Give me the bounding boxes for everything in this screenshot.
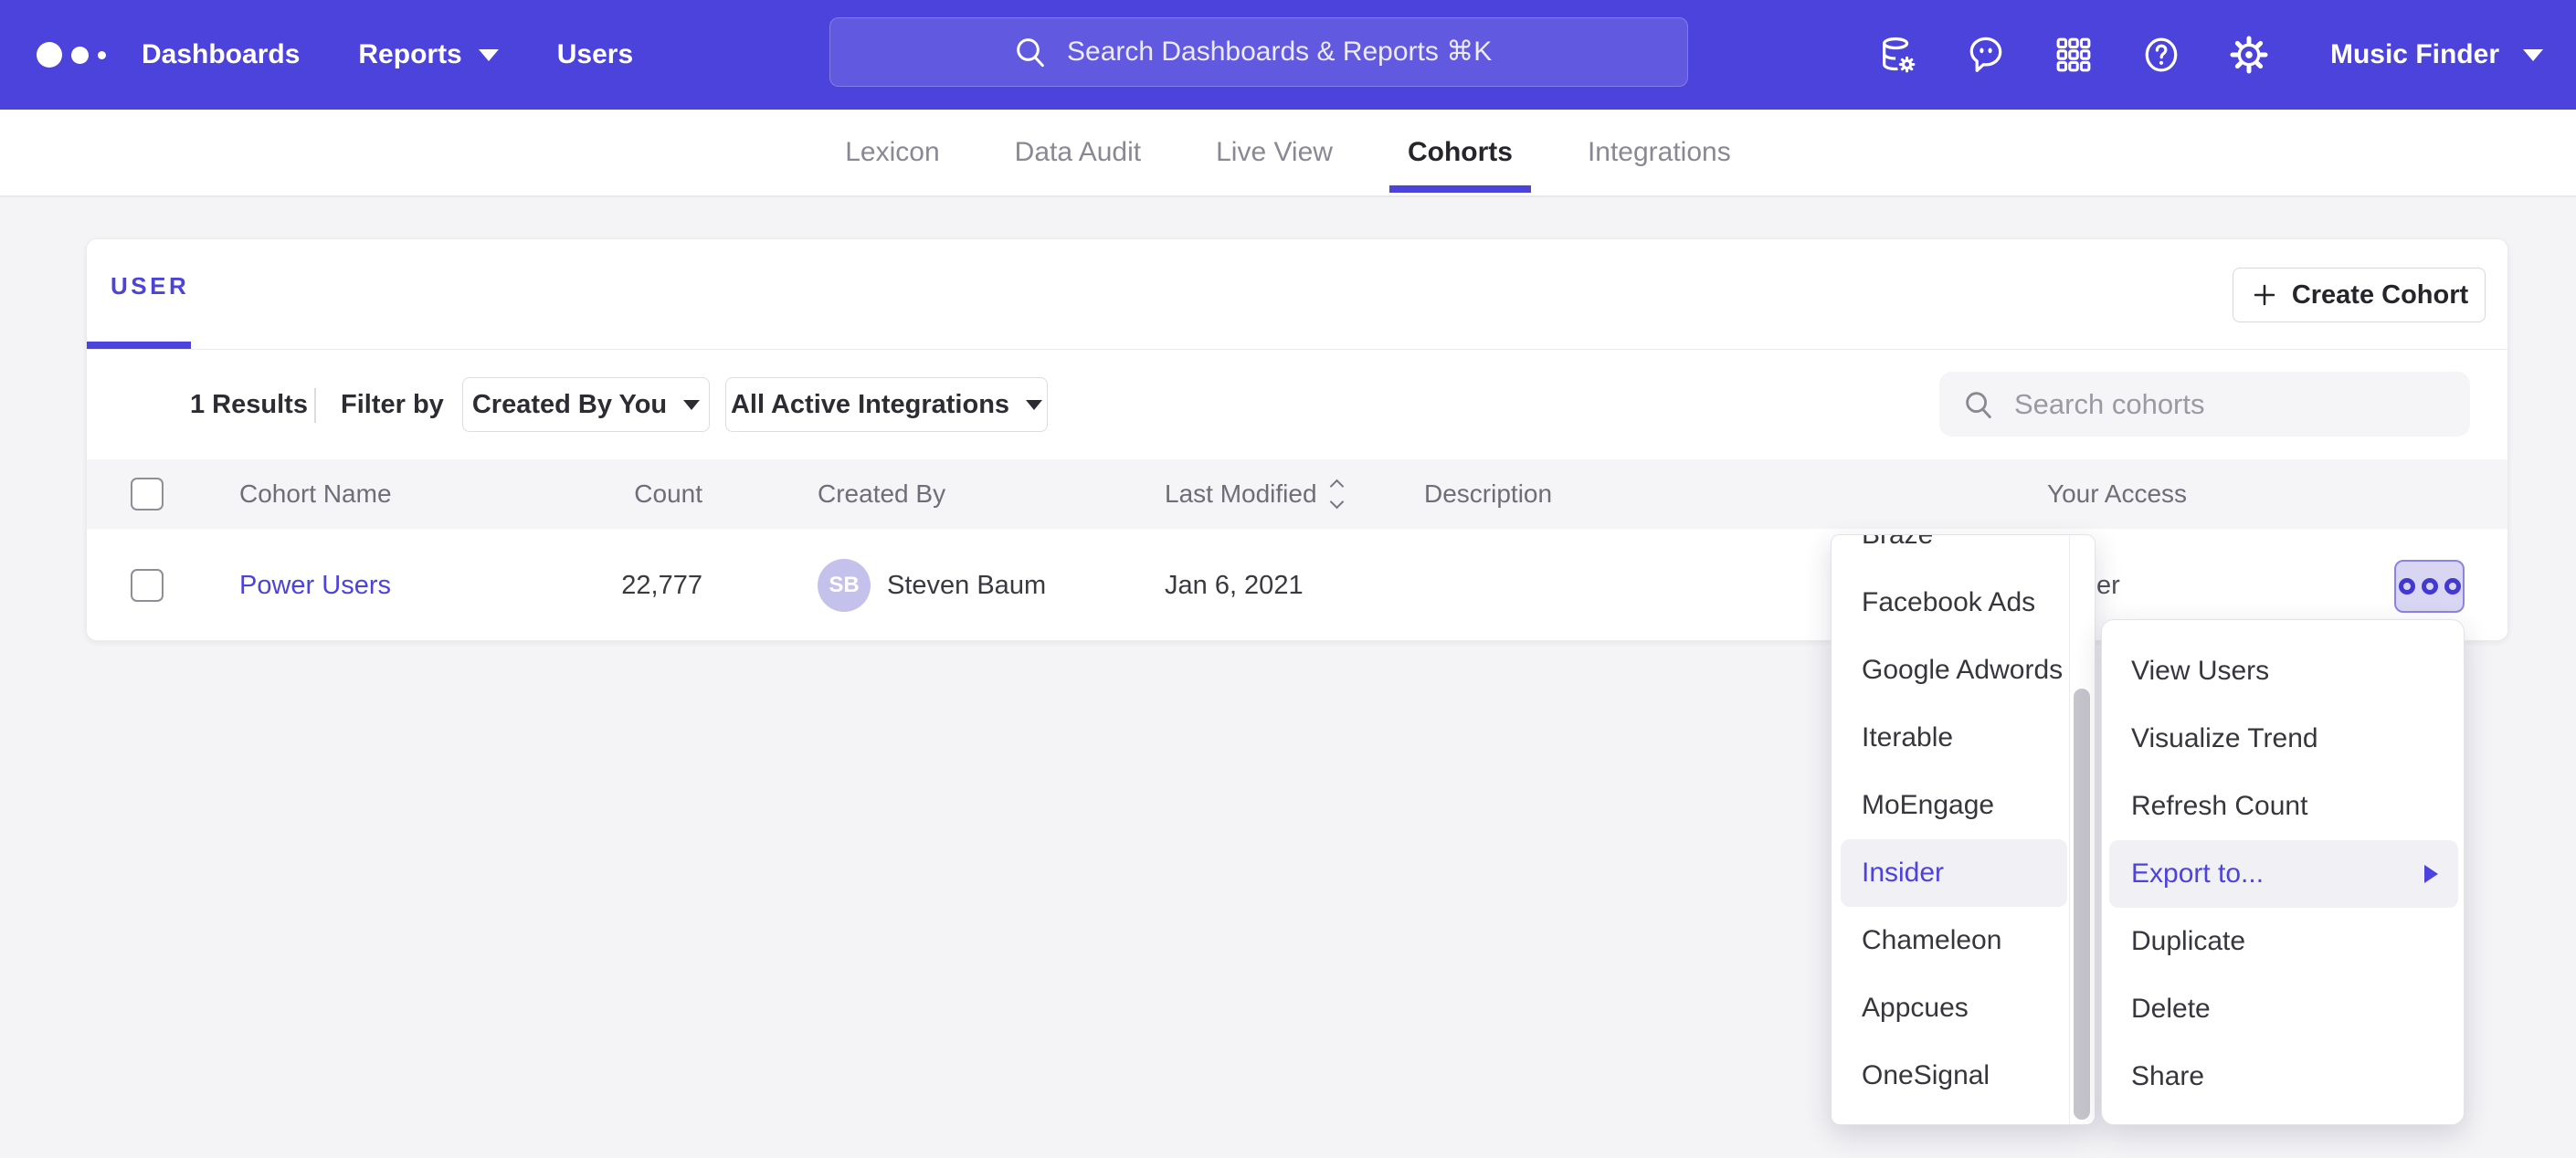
menu-item-braze[interactable]: Braze	[1841, 534, 2067, 569]
integrations-dropdown-value: All Active Integrations	[731, 390, 1009, 420]
menu-item-onesignal[interactable]: OneSignal	[1841, 1042, 2067, 1110]
menu-scrollbar-thumb[interactable]	[2074, 689, 2090, 1120]
nav-item-users[interactable]: Users	[557, 39, 633, 70]
menu-scrollbar-track	[2069, 535, 2095, 1124]
global-search-input[interactable]	[1067, 37, 1505, 68]
created-by-dropdown[interactable]: Created By You	[462, 377, 710, 432]
created-by-cell: SB Steven Baum	[818, 529, 1046, 641]
settings-gear-icon[interactable]	[2228, 34, 2270, 76]
menu-item-appcues[interactable]: Appcues	[1841, 974, 2067, 1042]
menu-item-share[interactable]: Share	[2109, 1043, 2458, 1111]
row-actions-context-menu: View Users Visualize Trend Refresh Count…	[2101, 619, 2465, 1125]
cohort-name-link[interactable]: Power Users	[239, 571, 391, 601]
apps-grid-icon[interactable]	[2053, 34, 2095, 76]
menu-item-visualize-trend[interactable]: Visualize Trend	[2109, 705, 2458, 773]
menu-item-insider[interactable]: Insider	[1841, 839, 2067, 907]
tab-data-audit[interactable]: Data Audit	[1015, 109, 1141, 196]
row-actions-list: View Users Visualize Trend Refresh Count…	[2102, 637, 2465, 1111]
project-name: Music Finder	[2330, 39, 2499, 70]
active-tab-underline	[87, 342, 191, 349]
column-header-count: Count	[489, 459, 702, 529]
section-tabs: Lexicon Data Audit Live View Cohorts Int…	[0, 110, 2576, 197]
create-cohort-button[interactable]: Create Cohort	[2233, 268, 2486, 322]
feedback-icon[interactable]	[1965, 34, 2007, 76]
menu-item-refresh-count[interactable]: Refresh Count	[2109, 773, 2458, 840]
help-icon[interactable]	[2140, 34, 2182, 76]
nav-item-reports[interactable]: Reports	[358, 39, 498, 70]
menu-item-facebook-ads[interactable]: Facebook Ads	[1841, 569, 2067, 637]
global-search-bar[interactable]	[829, 17, 1688, 87]
menu-item-iterable[interactable]: Iterable	[1841, 704, 2067, 772]
menu-item-view-users[interactable]: View Users	[2109, 637, 2458, 705]
plus-icon	[2250, 280, 2279, 310]
menu-item-delete[interactable]: Delete	[2109, 975, 2458, 1043]
divider	[87, 349, 2507, 350]
cohort-search-bar[interactable]	[1939, 372, 2470, 437]
menu-item-duplicate[interactable]: Duplicate	[2109, 908, 2458, 975]
create-cohort-label: Create Cohort	[2292, 280, 2468, 311]
cohort-search-input[interactable]	[2014, 388, 2448, 421]
submenu-arrow-icon	[2424, 865, 2438, 883]
search-icon	[1961, 387, 1996, 422]
chevron-down-icon	[683, 400, 700, 410]
column-header-description: Description	[1424, 459, 1552, 529]
data-settings-icon[interactable]	[1877, 34, 1919, 76]
ellipsis-icon	[2399, 578, 2415, 595]
search-icon	[1012, 34, 1049, 70]
integrations-dropdown[interactable]: All Active Integrations	[725, 377, 1048, 432]
sort-icon[interactable]	[1332, 481, 1342, 507]
nav-item-label: Reports	[358, 39, 461, 70]
last-modified-cell: Jan 6, 2021	[1165, 529, 1304, 641]
created-by-dropdown-value: Created By You	[472, 390, 667, 420]
chevron-down-icon	[1026, 400, 1042, 410]
nav-item-label: Dashboards	[142, 39, 300, 70]
cohorts-panel: USER Create Cohort 1 Results Filter by C…	[86, 238, 2508, 641]
results-count: 1 Results	[190, 350, 308, 459]
column-header-cohort-name: Cohort Name	[239, 459, 392, 529]
filter-by-label: Filter by	[341, 350, 444, 459]
column-header-your-access: Your Access	[2047, 459, 2187, 529]
menu-item-chameleon[interactable]: Chameleon	[1841, 907, 2067, 974]
export-destinations-list: Braze Facebook Ads Google Adwords Iterab…	[1832, 534, 2070, 1110]
nav-item-dashboards[interactable]: Dashboards	[142, 39, 300, 70]
chevron-down-icon	[479, 49, 499, 61]
mixpanel-dots-logo-icon[interactable]	[37, 0, 106, 110]
top-nav-right: Music Finder	[1877, 0, 2543, 110]
tab-live-view[interactable]: Live View	[1216, 109, 1333, 196]
nav-item-label: Users	[557, 39, 633, 70]
top-nav-items: Dashboards Reports Users	[142, 0, 633, 110]
column-header-last-modified: Last Modified	[1165, 459, 1342, 529]
tab-integrations[interactable]: Integrations	[1588, 109, 1731, 196]
tab-user-cohorts[interactable]: USER	[111, 272, 189, 300]
creator-name: Steven Baum	[887, 571, 1046, 601]
row-more-actions-button[interactable]	[2394, 560, 2465, 613]
menu-item-moengage[interactable]: MoEngage	[1841, 772, 2067, 839]
project-switcher[interactable]: Music Finder	[2330, 39, 2543, 70]
chevron-down-icon	[2523, 49, 2543, 61]
menu-item-google-adwords[interactable]: Google Adwords	[1841, 637, 2067, 704]
tab-lexicon[interactable]: Lexicon	[845, 109, 939, 196]
divider	[314, 388, 316, 423]
tab-cohorts[interactable]: Cohorts	[1408, 109, 1513, 196]
cohort-count: 22,777	[489, 529, 702, 641]
row-checkbox[interactable]	[131, 569, 164, 602]
column-header-created-by: Created By	[818, 459, 945, 529]
cohorts-page: Dashboards Reports Users	[0, 0, 2576, 1158]
avatar: SB	[818, 559, 871, 612]
select-all-checkbox[interactable]	[131, 478, 164, 511]
menu-item-export-to[interactable]: Export to...	[2109, 840, 2458, 908]
top-nav: Dashboards Reports Users	[0, 0, 2576, 110]
table-header: Cohort Name Count Created By Last Modifi…	[87, 459, 2508, 529]
export-destinations-menu: Braze Facebook Ads Google Adwords Iterab…	[1831, 534, 2096, 1125]
